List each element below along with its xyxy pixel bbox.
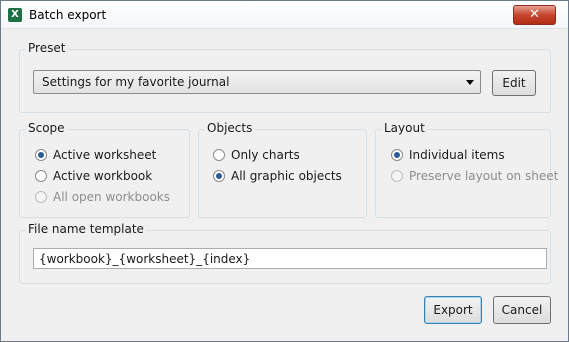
filename-template-input[interactable] bbox=[34, 249, 546, 268]
radio-button bbox=[391, 170, 403, 182]
radio-label: Only charts bbox=[231, 148, 300, 162]
objects-group: Objects Only charts All graphic objects bbox=[198, 121, 367, 218]
radio-label: Individual items bbox=[409, 148, 505, 162]
preset-group-label: Preset bbox=[26, 41, 68, 55]
cancel-button[interactable]: Cancel bbox=[493, 296, 551, 324]
export-button[interactable]: Export bbox=[424, 296, 482, 324]
close-button[interactable]: ✕ bbox=[513, 5, 556, 25]
window-title: Batch export bbox=[29, 8, 107, 22]
radio-button[interactable] bbox=[391, 149, 403, 161]
radio-label: Active worksheet bbox=[53, 148, 157, 162]
chevron-down-icon bbox=[466, 80, 474, 85]
filename-group-label: File name template bbox=[26, 222, 146, 236]
excel-icon: X bbox=[8, 8, 22, 22]
filename-group: File name template bbox=[19, 222, 551, 284]
scope-group-label: Scope bbox=[26, 121, 67, 135]
radio-button bbox=[35, 191, 47, 203]
radio-button[interactable] bbox=[213, 170, 225, 182]
radio-button[interactable] bbox=[35, 149, 47, 161]
edit-preset-button[interactable]: Edit bbox=[492, 70, 536, 96]
dialog-body: Preset Settings for my favorite journal … bbox=[9, 31, 560, 334]
preset-dropdown[interactable]: Settings for my favorite journal bbox=[33, 70, 481, 94]
layout-group-label: Layout bbox=[382, 121, 427, 135]
preset-selected-value: Settings for my favorite journal bbox=[42, 75, 230, 89]
scope-group: Scope Active worksheet Active workbook A… bbox=[19, 121, 190, 218]
layout-group: Layout Individual items Preserve layout … bbox=[375, 121, 558, 218]
title-bar: X Batch export ✕ bbox=[1, 1, 568, 29]
radio-label: Preserve layout on sheet bbox=[409, 169, 559, 183]
filename-template-field[interactable] bbox=[33, 248, 547, 269]
radio-button[interactable] bbox=[213, 149, 225, 161]
radio-label: All graphic objects bbox=[231, 169, 342, 183]
radio-button[interactable] bbox=[35, 170, 47, 182]
preset-group: Preset Settings for my favorite journal … bbox=[19, 41, 551, 113]
objects-group-label: Objects bbox=[205, 121, 255, 135]
radio-label: Active workbook bbox=[53, 169, 153, 183]
batch-export-dialog: X Batch export ✕ Preset Settings for my … bbox=[0, 0, 569, 342]
radio-label: All open workbooks bbox=[53, 190, 170, 204]
